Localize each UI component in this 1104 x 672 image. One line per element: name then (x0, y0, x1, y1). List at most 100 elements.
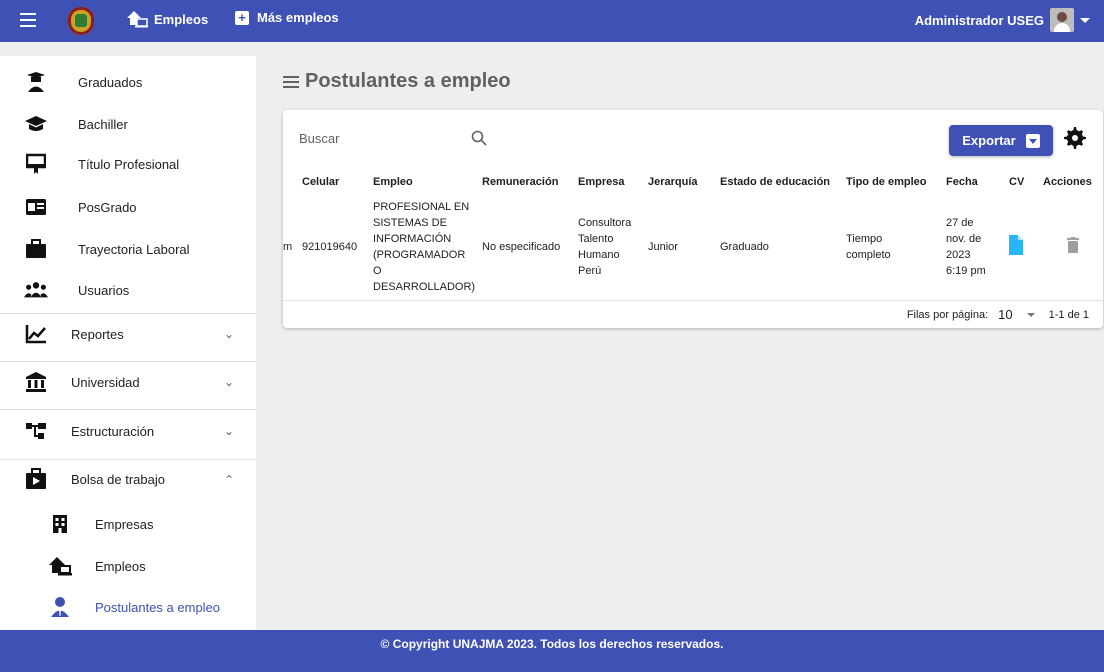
cell-line: 27 de (946, 217, 974, 229)
cell-remuneracion: No especificado (482, 241, 561, 253)
column-header-empleo[interactable]: Empleo (373, 174, 482, 190)
job-board-icon (24, 467, 48, 491)
chart-line-icon (24, 322, 48, 346)
home-laptop-icon (127, 11, 148, 28)
column-header (283, 174, 302, 190)
building-icon (48, 512, 72, 536)
cell-line: completo (846, 249, 891, 261)
cell-truncated: m (283, 241, 293, 253)
sidebar-item-usuarios[interactable]: Usuarios (0, 270, 256, 310)
sidebar-item-label: Usuarios (78, 282, 130, 298)
column-header-fecha[interactable]: Fecha (946, 174, 1009, 190)
table-pagination: Filas por página: 10 1-1 de 1 (907, 307, 1089, 322)
divider (0, 409, 256, 410)
column-header-empresa[interactable]: Empresa (578, 174, 648, 190)
sidebar-item-label: Trayectoria Laboral (78, 241, 190, 257)
cell-celular: 921019640 (302, 241, 358, 253)
cell-acciones (1043, 190, 1103, 304)
sidebar-group-estructuracion[interactable]: Estructuración ⌄ (0, 411, 256, 451)
column-header-jerarquia[interactable]: Jerarquía (648, 174, 720, 190)
sidebar-item-graduados[interactable]: Graduados (0, 62, 256, 102)
cell-tipo: Tiempo completo (846, 190, 946, 304)
cell-empleo: PROFESIONAL EN SISTEMAS DE INFORMACIÓN (… (373, 190, 482, 304)
user-menu[interactable]: Administrador USEG (915, 8, 1090, 32)
file-icon[interactable] (1009, 234, 1023, 258)
sidebar-item-titulo[interactable]: Título Profesional (0, 144, 256, 184)
cell-fecha: 27 de nov. de 2023 6:19 pm (946, 190, 1009, 304)
gear-icon[interactable] (1063, 126, 1087, 155)
sidebar-item-trayectoria[interactable]: Trayectoria Laboral (0, 229, 256, 269)
avatar (1050, 8, 1074, 32)
cell-line: Humano (578, 249, 620, 261)
mortarboard-icon (24, 112, 48, 136)
pagination-range: 1-1 de 1 (1048, 308, 1089, 321)
briefcase-icon (24, 237, 48, 261)
nav-mas-empleos-link[interactable]: + Más empleos (235, 10, 339, 25)
copyright-text: © Copyright UNAJMA 2023. Todos los derec… (380, 637, 724, 651)
sidebar-group-reportes[interactable]: Reportes ⌄ (0, 314, 256, 354)
chevron-down-icon[interactable] (1026, 312, 1035, 317)
cell-line: DESARROLLADOR) (373, 281, 476, 293)
cell-line: 6:19 pm (946, 265, 986, 277)
page-title: Postulantes a empleo (283, 70, 511, 93)
sidebar: Graduados Bachiller Título Profesional P… (0, 56, 256, 630)
cell-line: INFORMACIÓN (373, 233, 452, 245)
hierarchy-icon (24, 419, 48, 443)
cell-line: nov. de (946, 233, 982, 245)
search-icon[interactable] (471, 130, 487, 151)
sidebar-item-label: Empleos (95, 558, 146, 574)
sidebar-item-label: Universidad (71, 374, 140, 390)
cell-line: 2023 (946, 249, 971, 261)
cell-line: Talento (578, 233, 614, 245)
sidebar-item-label: Bolsa de trabajo (71, 471, 165, 487)
column-header-tipo[interactable]: Tipo de empleo (846, 174, 946, 190)
cell-line: SISTEMAS DE (373, 217, 447, 229)
cell-jerarquia: Junior (648, 241, 678, 253)
cell-line: Tiempo (846, 233, 883, 245)
search-input[interactable] (297, 130, 451, 147)
university-icon (24, 370, 48, 394)
export-label: Exportar (962, 133, 1016, 148)
home-laptop-icon (48, 554, 72, 578)
divider (283, 300, 1103, 301)
sidebar-item-label: Estructuración (71, 423, 155, 439)
sidebar-item-empresas[interactable]: Empresas (0, 504, 256, 544)
chevron-down-icon (1080, 17, 1090, 23)
rows-per-page-select[interactable]: 10 (998, 307, 1012, 322)
sidebar-item-label: Empresas (95, 516, 154, 532)
sidebar-item-posgrado[interactable]: PosGrado (0, 187, 256, 227)
sidebar-item-label: Título Profesional (78, 156, 180, 172)
sidebar-item-label: Postulantes a empleo (95, 599, 221, 615)
sidebar-group-universidad[interactable]: Universidad ⌄ (0, 362, 256, 402)
id-card-icon (24, 195, 48, 219)
table-row: m 921019640 PROFESIONAL EN SISTEMAS DE I… (283, 190, 1103, 304)
trash-icon[interactable] (1067, 236, 1079, 256)
sidebar-item-bachiller[interactable]: Bachiller (0, 104, 256, 144)
cell-line: Consultora (578, 217, 632, 229)
table-header-row: Celular Empleo Remuneración Empresa Jera… (283, 174, 1103, 190)
top-app-bar: Empleos + Más empleos Administrador USEG (0, 0, 1104, 42)
cell-line: (PROGRAMADOR (373, 249, 466, 261)
nav-mas-empleos-label: Más empleos (257, 10, 339, 25)
applicants-table: Celular Empleo Remuneración Empresa Jera… (283, 174, 1103, 304)
column-header-estado[interactable]: Estado de educación (720, 174, 846, 190)
menu-icon[interactable] (20, 13, 36, 29)
footer: © Copyright UNAJMA 2023. Todos los derec… (0, 630, 1104, 672)
search-box (297, 130, 487, 154)
sidebar-group-bolsa-de-trabajo[interactable]: Bolsa de trabajo ⌄ (0, 459, 256, 499)
export-button[interactable]: Exportar (949, 125, 1053, 156)
university-logo[interactable] (68, 7, 94, 35)
column-header-acciones: Acciones (1043, 176, 1092, 188)
nav-empleos-link[interactable]: Empleos (126, 10, 208, 28)
column-header-remuneracion[interactable]: Remuneración (482, 174, 578, 190)
cell-line: PROFESIONAL EN (373, 201, 470, 213)
cell-line: Perú (578, 265, 602, 277)
certificate-icon (24, 152, 48, 176)
sidebar-item-label: PosGrado (78, 199, 137, 215)
sidebar-item-empleos[interactable]: Empleos (0, 546, 256, 586)
cell-empresa: Consultora Talento Humano Perú (578, 190, 648, 304)
nav-empleos-label: Empleos (154, 11, 209, 27)
column-header-celular[interactable]: Celular (302, 174, 373, 190)
list-icon (283, 73, 299, 91)
cell-estado: Graduado (720, 241, 769, 253)
